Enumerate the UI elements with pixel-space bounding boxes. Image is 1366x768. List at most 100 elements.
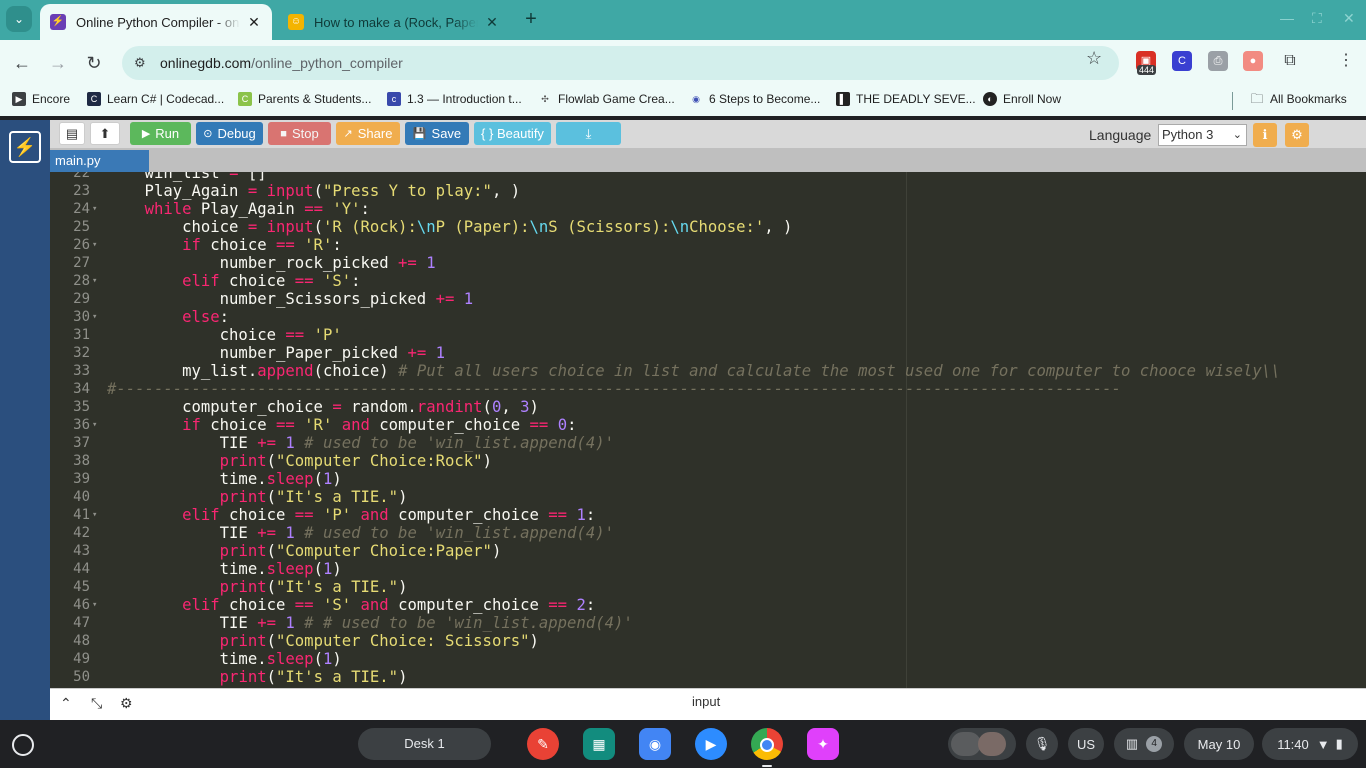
- close-window-icon[interactable]: ✕: [1343, 10, 1355, 27]
- window-thumbnails[interactable]: [948, 728, 1016, 760]
- code-line[interactable]: 32 number_Paper_picked += 1: [50, 344, 1366, 362]
- file-tab-main[interactable]: main.py: [50, 150, 149, 172]
- classroom-app-icon[interactable]: ▦: [583, 728, 615, 760]
- gear-icon[interactable]: ⚙: [120, 695, 133, 712]
- code-line[interactable]: 28 ▾ elif choice == 'S':: [50, 272, 1366, 290]
- close-tab-icon[interactable]: ✕: [484, 14, 500, 31]
- all-bookmarks[interactable]: 🗀 All Bookmarks: [1250, 92, 1346, 107]
- desk-button[interactable]: Desk 1: [358, 728, 491, 760]
- stop-button[interactable]: ■ Stop: [268, 122, 331, 145]
- chevron-up-icon[interactable]: ⌃: [60, 695, 72, 712]
- info-button[interactable]: ℹ: [1253, 123, 1277, 147]
- ime-indicator[interactable]: US: [1068, 728, 1104, 760]
- bookmark-item[interactable]: ▶ Encore: [12, 92, 70, 106]
- zoom-app-icon[interactable]: ▶: [695, 728, 727, 760]
- menu-kebab-icon[interactable]: ⋮: [1336, 51, 1356, 71]
- code-line[interactable]: 25 choice = input('R (Rock):\nP (Paper):…: [50, 218, 1366, 236]
- bookmark-item[interactable]: C Learn C# | Codecad...: [87, 92, 224, 106]
- fold-toggle-icon[interactable]: ▾: [92, 236, 102, 254]
- download-icon: ⤓: [585, 125, 592, 141]
- bookmark-item[interactable]: ▌ THE DEADLY SEVE...: [836, 92, 976, 106]
- play-icon: ▶: [12, 92, 26, 106]
- code-line[interactable]: 24 ▾ while Play_Again == 'Y':: [50, 200, 1366, 218]
- forward-icon[interactable]: →: [46, 51, 70, 75]
- extension-printer-icon[interactable]: ⎙: [1208, 51, 1228, 71]
- code-line[interactable]: 44 time.sleep(1): [50, 560, 1366, 578]
- fold-toggle-icon[interactable]: ▾: [92, 200, 102, 218]
- beautify-button[interactable]: { } Beautify: [474, 122, 551, 145]
- fold-toggle-icon[interactable]: ▾: [92, 416, 102, 434]
- bookmark-item[interactable]: ◐ Enroll Now: [983, 92, 1061, 106]
- close-tab-icon[interactable]: ✕: [246, 14, 262, 31]
- photos-app-icon[interactable]: ✦: [807, 728, 839, 760]
- save-button[interactable]: 💾 Save: [405, 122, 469, 145]
- reload-icon[interactable]: ↻: [82, 51, 106, 75]
- bookmark-item[interactable]: ◉ 6 Steps to Become...: [689, 92, 820, 106]
- launcher-icon[interactable]: [12, 734, 34, 756]
- bookmark-star-icon[interactable]: ☆: [1086, 48, 1102, 69]
- line-number: 22: [73, 172, 90, 181]
- code-line[interactable]: 39 time.sleep(1): [50, 470, 1366, 488]
- new-file-icon[interactable]: ▤: [59, 122, 85, 145]
- code-line[interactable]: 29 number_Scissors_picked += 1: [50, 290, 1366, 308]
- code-line[interactable]: 49 time.sleep(1): [50, 650, 1366, 668]
- canvas-app-icon[interactable]: ✎: [527, 728, 559, 760]
- notifications-tray[interactable]: ▥ 4: [1114, 728, 1174, 760]
- code-line[interactable]: 30 ▾ else:: [50, 308, 1366, 326]
- code-editor[interactable]: 22 win_list = [] 23 Play_Again = input("P…: [50, 172, 1366, 688]
- settings-button[interactable]: ⚙: [1285, 123, 1309, 147]
- debug-button[interactable]: ⊙ Debug: [196, 122, 263, 145]
- code-line[interactable]: 34 #-------------------------------------…: [50, 380, 1366, 398]
- code-line[interactable]: 22 win_list = []: [50, 172, 1366, 182]
- code-line[interactable]: 27 number_rock_picked += 1: [50, 254, 1366, 272]
- extensions-puzzle-icon[interactable]: ⧉: [1280, 51, 1300, 71]
- code-line[interactable]: 26 ▾ if choice == 'R':: [50, 236, 1366, 254]
- microphone-icon[interactable]: 🎙: [1026, 728, 1058, 760]
- share-button[interactable]: ↗ Share: [336, 122, 400, 145]
- code-line[interactable]: 38 print("Computer Choice:Rock"): [50, 452, 1366, 470]
- extension-record-icon[interactable]: ●: [1243, 51, 1263, 71]
- code-line[interactable]: 36 ▾ if choice == 'R' and computer_choice…: [50, 416, 1366, 434]
- code-line[interactable]: 23 Play_Again = input("Press Y to play:"…: [50, 182, 1366, 200]
- back-icon[interactable]: ←: [10, 51, 34, 75]
- code-line[interactable]: 50 print("It's a TIE."): [50, 668, 1366, 686]
- maximize-icon[interactable]: ⛶: [1312, 10, 1322, 27]
- fold-toggle-icon[interactable]: ▾: [92, 596, 102, 614]
- bookmark-item[interactable]: C Parents & Students...: [238, 92, 371, 106]
- tab-onlinegdb[interactable]: ⚡ Online Python Compiler - online editor…: [40, 4, 272, 40]
- address-bar[interactable]: ⚙ onlinegdb.com/online_python_compiler: [122, 46, 1119, 80]
- code-line[interactable]: 47 TIE += 1 # # used to be 'win_list.app…: [50, 614, 1366, 632]
- minimize-icon[interactable]: —: [1280, 10, 1294, 26]
- bookmark-item[interactable]: ✣ Flowlab Game Crea...: [538, 92, 675, 106]
- fold-toggle-icon[interactable]: ▾: [92, 308, 102, 326]
- site-info-icon[interactable]: ⚙: [134, 55, 150, 71]
- code-line[interactable]: 43 print("Computer Choice:Paper"): [50, 542, 1366, 560]
- chrome-app-icon[interactable]: [751, 728, 783, 760]
- language-select[interactable]: Python 3 ⌄: [1158, 124, 1247, 146]
- code-line[interactable]: 31 choice == 'P': [50, 326, 1366, 344]
- code-line[interactable]: 46 ▾ elif choice == 'S' and computer_choi…: [50, 596, 1366, 614]
- bookmark-item[interactable]: c 1.3 — Introduction t...: [387, 92, 522, 106]
- extension-c-icon[interactable]: C: [1172, 51, 1192, 71]
- new-tab-button[interactable]: +: [520, 8, 542, 30]
- expand-icon[interactable]: ⤡: [91, 695, 102, 712]
- code-line[interactable]: 45 print("It's a TIE."): [50, 578, 1366, 596]
- code-line[interactable]: 37 TIE += 1 # used to be 'win_list.appen…: [50, 434, 1366, 452]
- code-line[interactable]: 48 print("Computer Choice: Scissors"): [50, 632, 1366, 650]
- code-line[interactable]: 42 TIE += 1 # used to be 'win_list.appen…: [50, 524, 1366, 542]
- tab-rps-tutorial[interactable]: ☺ How to make a (Rock, Paper, Scissors) …: [278, 4, 510, 40]
- fold-toggle-icon[interactable]: ▾: [92, 506, 102, 524]
- onlinegdb-logo-icon[interactable]: ⚡: [9, 131, 41, 163]
- fold-toggle-icon[interactable]: ▾: [92, 272, 102, 290]
- run-button[interactable]: ▶ Run: [130, 122, 191, 145]
- upload-icon[interactable]: ⬆: [90, 122, 120, 145]
- code-line[interactable]: 41 ▾ elif choice == 'P' and computer_choi…: [50, 506, 1366, 524]
- camera-app-icon[interactable]: ◉: [639, 728, 671, 760]
- code-line[interactable]: 35 computer_choice = random.randint(0, 3…: [50, 398, 1366, 416]
- download-button[interactable]: ⤓: [556, 122, 621, 145]
- tab-search-button[interactable]: ⌄: [6, 6, 32, 32]
- code-line[interactable]: 33 my_list.append(choice) # Put all user…: [50, 362, 1366, 380]
- date-tray[interactable]: May 10: [1184, 728, 1254, 760]
- status-tray[interactable]: 11:40 ▼ ▮: [1262, 728, 1358, 760]
- code-line[interactable]: 40 print("It's a TIE."): [50, 488, 1366, 506]
